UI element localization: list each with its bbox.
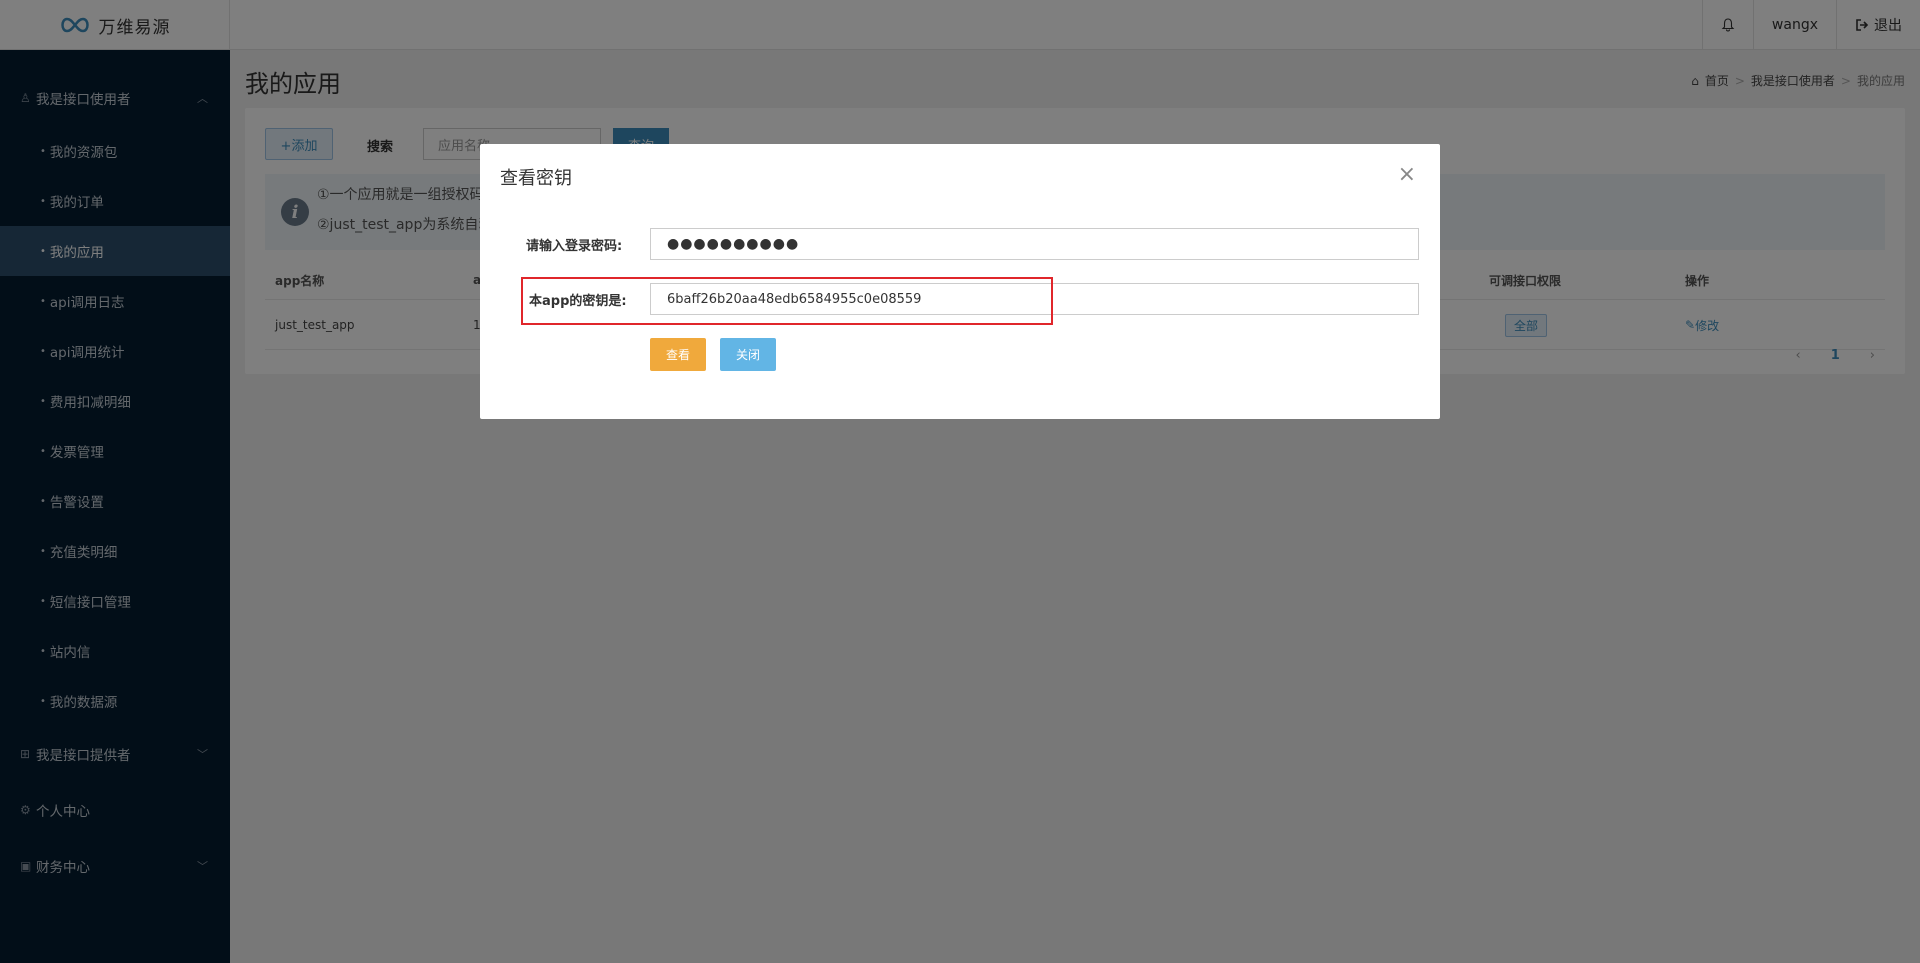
close-button[interactable]: 关闭 (720, 338, 776, 371)
view-button[interactable]: 查看 (650, 338, 706, 371)
view-key-modal: 查看密钥 × 请输入登录密码: ●●●●●●●●●● 本app的密钥是: 6ba… (480, 144, 1440, 419)
password-label: 请输入登录密码: (526, 239, 623, 254)
modal-title: 查看密钥 (500, 168, 572, 189)
highlight-annotation-box (521, 277, 1053, 325)
close-icon[interactable]: × (1398, 162, 1416, 187)
password-input[interactable]: ●●●●●●●●●● (650, 228, 1419, 260)
